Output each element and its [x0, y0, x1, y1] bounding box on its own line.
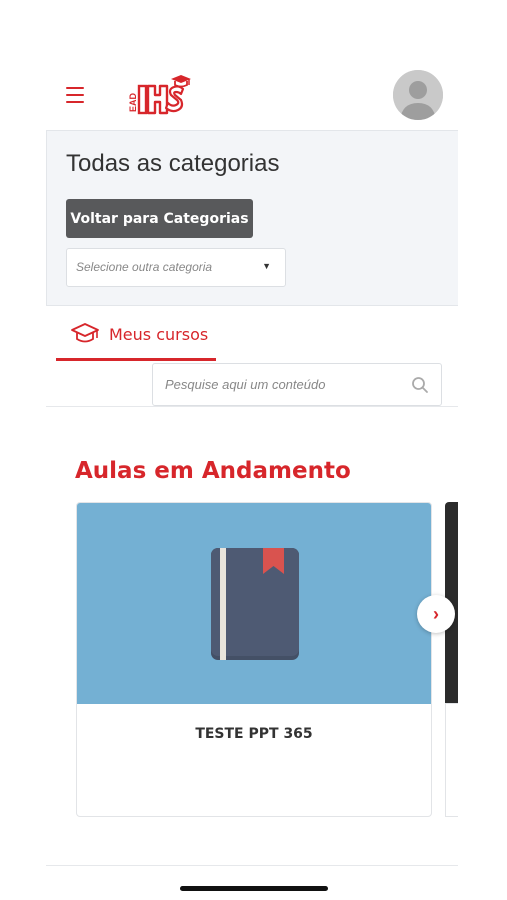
- graduation-cap-icon: [70, 322, 100, 346]
- course-thumbnail: [77, 503, 431, 704]
- category-title: Todas as categorias: [66, 150, 280, 177]
- home-indicator: [180, 886, 328, 891]
- section-title: Aulas em Andamento: [75, 458, 351, 484]
- search-placeholder: Pesquise aqui um conteúdo: [165, 377, 326, 392]
- search-icon[interactable]: [411, 376, 429, 394]
- carousel-next-button[interactable]: ›: [417, 595, 455, 633]
- course-title: TESTE PPT 365: [195, 726, 313, 742]
- divider: [46, 406, 458, 407]
- book-icon: [211, 548, 299, 660]
- category-select-placeholder: Selecione outra categoria: [76, 260, 213, 274]
- search-input[interactable]: Pesquise aqui um conteúdo: [152, 363, 442, 406]
- course-card[interactable]: TESTE PPT 365: [76, 502, 432, 817]
- divider: [46, 865, 458, 866]
- chevron-down-icon: ▼: [262, 261, 271, 271]
- svg-text:EAD: EAD: [128, 92, 138, 112]
- hamburger-icon: [66, 87, 84, 89]
- user-avatar-icon[interactable]: [393, 70, 443, 120]
- back-to-categories-button[interactable]: Voltar para Categorias: [66, 199, 253, 238]
- category-select[interactable]: Selecione outra categoria ▼: [66, 248, 286, 287]
- active-tab-indicator: [56, 358, 216, 361]
- logo: EAD: [127, 72, 191, 118]
- tab-meus-cursos[interactable]: Meus cursos: [56, 312, 216, 362]
- tab-label: Meus cursos: [109, 325, 209, 344]
- menu-button[interactable]: [60, 82, 90, 108]
